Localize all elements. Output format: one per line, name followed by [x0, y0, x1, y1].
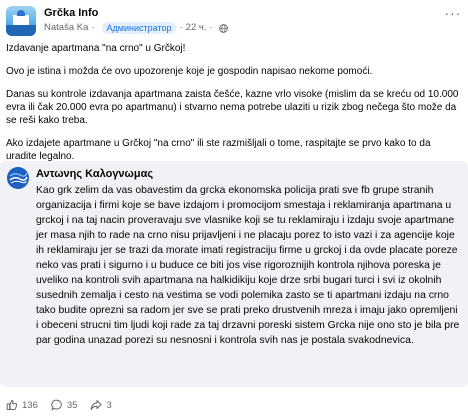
- shares-count: 3: [106, 399, 112, 411]
- post-paragraph: Danas su kontrole izdavanja apartmana za…: [6, 89, 459, 126]
- post-footer: 136 35 3: [6, 397, 125, 413]
- comments-summary[interactable]: 35: [51, 399, 78, 411]
- more-options-icon[interactable]: ···: [444, 6, 462, 20]
- share-icon: [91, 400, 102, 410]
- post-paragraph: Ako izdajete apartmane u Grčkoj "na crno…: [6, 138, 431, 162]
- comments-count: 35: [66, 399, 78, 411]
- reactions-summary[interactable]: 136: [6, 399, 38, 411]
- globe-icon: [218, 23, 228, 33]
- shares-summary[interactable]: 3: [90, 399, 112, 411]
- comment-text: Kao grk zelim da vas obavestim da grcka …: [36, 185, 460, 346]
- post-header: Grčka Info Nataša Ka · Администратор · 2…: [6, 6, 462, 36]
- group-avatar[interactable]: [6, 6, 36, 36]
- comment-icon: [51, 399, 62, 411]
- commenter-name[interactable]: Αντωνης Καλογνωμας: [36, 167, 153, 181]
- post-time[interactable]: 22 ч.: [186, 21, 207, 35]
- post-subline: Nataša Ka · Администратор · 22 ч. ·: [44, 21, 228, 35]
- post-paragraph: Izdavanje apartmana "na crno" u Grčkoj!: [6, 43, 186, 54]
- post-paragraph: Ovo je istina i možda će ovo upozorenje …: [6, 66, 373, 77]
- reactions-count: 136: [22, 399, 38, 411]
- post-meta: Grčka Info Nataša Ka · Администратор · 2…: [44, 6, 228, 35]
- group-name[interactable]: Grčka Info: [44, 6, 228, 20]
- post-body: Izdavanje apartmana "na crno" u Grčkoj! …: [6, 42, 462, 173]
- author-name[interactable]: Nataša Ka: [44, 21, 88, 35]
- shared-comment-card: Αντωνης Καλογνωμας Kao grk zelim da vas …: [0, 161, 468, 387]
- like-reaction-icon: [6, 399, 18, 410]
- admin-badge: Администратор: [101, 22, 177, 34]
- commenter-avatar[interactable]: [7, 167, 29, 189]
